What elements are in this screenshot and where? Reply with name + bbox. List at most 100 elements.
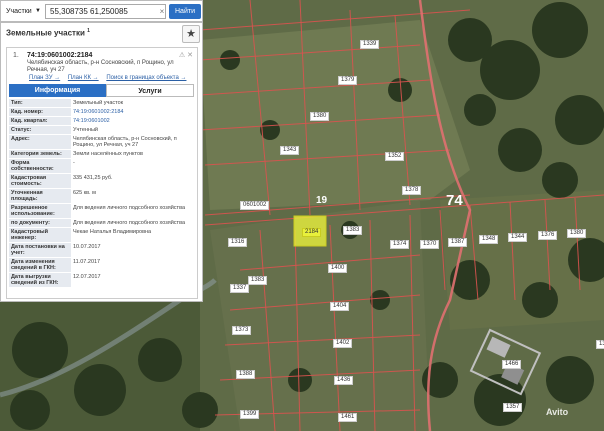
table-row: Уточненная площадь: 625 кв. м xyxy=(9,188,195,204)
parcel-label[interactable]: 1383 xyxy=(343,226,363,235)
parcel-label[interactable]: 1387 xyxy=(448,238,468,247)
row-key: Кадастровая стоимость: xyxy=(9,173,71,189)
table-row: Статус: Учтенный xyxy=(9,125,195,135)
parcel-label[interactable]: 1388 xyxy=(236,370,256,379)
layer-select-label: Участки xyxy=(6,8,32,15)
parcel-label[interactable]: 1376 xyxy=(538,231,558,240)
row-key: Кад. номер: xyxy=(9,107,71,117)
parcel-label[interactable]: 1436 xyxy=(334,376,354,385)
parcel-label[interactable]: 1466 xyxy=(502,360,522,369)
card-links: План ЗУ → План КК → Поиск в границах объ… xyxy=(29,75,192,81)
row-key: Категория земель: xyxy=(9,149,71,159)
parcel-label[interactable]: 2184 xyxy=(302,228,322,237)
parcel-label[interactable]: 1357 xyxy=(503,403,523,412)
row-value: 335 431,25 руб. xyxy=(71,173,195,189)
row-key: по документу: xyxy=(9,218,71,228)
parcel-label[interactable]: 1378 xyxy=(402,186,422,195)
table-row: Дата выгрузки сведений из ГКН: 12.07.2017 xyxy=(9,272,195,288)
table-row: Кадастровый инженер: Чекае Наталья Владим… xyxy=(9,227,195,243)
clear-search-button[interactable]: × xyxy=(157,4,167,19)
zone-label: 19 xyxy=(316,195,328,206)
info-table: Тип: Земельный участок Кад. номер: 74:19:0… xyxy=(9,99,195,288)
row-value: Учтенный xyxy=(71,125,195,135)
row-value[interactable]: 74:19:0601002 xyxy=(71,116,195,126)
tab-information[interactable]: Информация xyxy=(9,84,106,97)
table-row: Кад. квартал: 74:19:0601002 xyxy=(9,116,195,126)
row-value: Для ведения личного подсобного хозяйства xyxy=(71,203,195,219)
row-value: Земли населённых пунктов xyxy=(71,149,195,159)
table-row: Тип: Земельный участок xyxy=(9,99,195,108)
quarter-label: 0601002 xyxy=(240,201,270,210)
plan-kk-link[interactable]: План КК → xyxy=(68,75,99,81)
table-row: Дата изменения сведений в ГКН: 11.07.2017 xyxy=(9,257,195,273)
parcel-label[interactable]: 1374 xyxy=(390,240,410,249)
row-key: Адрес: xyxy=(9,134,71,150)
row-value: Челябинская область, р-н Сосновский, п Р… xyxy=(71,134,195,150)
search-input[interactable]: 55,308735 61,250085 xyxy=(45,4,166,19)
parcel-address: Челябинская область, р-н Сосновский, п Р… xyxy=(27,60,174,73)
table-row: Кадастровая стоимость: 335 431,25 руб. xyxy=(9,173,195,189)
row-value[interactable]: 74:19:0601002:2184 xyxy=(71,107,195,117)
search-in-bounds-link[interactable]: Поиск в границах объекта → xyxy=(106,75,186,81)
row-value: 11.07.2017 xyxy=(71,257,195,273)
plan-zu-link[interactable]: План ЗУ → xyxy=(29,75,60,81)
table-row: по документу: Для ведения личного подсобн… xyxy=(9,218,195,228)
row-key: Статус: xyxy=(9,125,71,135)
panel-title-text: Земельные участки xyxy=(6,28,85,38)
parcel-label[interactable]: 1370 xyxy=(420,240,440,249)
row-key: Кад. квартал: xyxy=(9,116,71,126)
row-value: Чекае Наталья Владимировна xyxy=(71,227,195,243)
parcel-label[interactable]: 1379 xyxy=(338,76,358,85)
cadastral-number[interactable]: 74:19:0601002:2184 xyxy=(27,52,92,59)
result-count: 1 xyxy=(87,28,90,34)
search-bar: Участки ▼ 55,308735 61,250085 × Найти xyxy=(0,0,203,22)
parcel-card: 1. 74:19:0601002:2184 ⚠ ✕ Челябинская об… xyxy=(6,47,198,299)
parcel-label[interactable]: 1383 xyxy=(248,276,268,285)
table-row: Форма собственности: - xyxy=(9,158,195,174)
parcel-label[interactable]: 1352 xyxy=(385,152,405,161)
row-value: 625 кв. м xyxy=(71,188,195,204)
parcel-label[interactable]: 1337 xyxy=(230,284,250,293)
row-key: Разрешенное использование: xyxy=(9,203,71,219)
row-value: Для ведения личного подсобного хозяйства xyxy=(71,218,195,228)
table-row: Адрес: Челябинская область, р-н Сосновски… xyxy=(9,134,195,150)
table-row: Категория земель: Земли населённых пункто… xyxy=(9,149,195,159)
parcel-label[interactable]: 1339 xyxy=(360,40,380,49)
parcel-label[interactable]: 1344 xyxy=(508,233,528,242)
parcel-label[interactable]: 1400 xyxy=(328,264,348,273)
parcel-label[interactable]: 1402 xyxy=(333,339,353,348)
result-index: 1. xyxy=(13,52,19,59)
parcel-label[interactable]: 1380 xyxy=(310,112,330,121)
parcel-label[interactable]: 1343 xyxy=(280,146,300,155)
zone-label: 74 xyxy=(446,192,463,209)
row-value: - xyxy=(71,158,195,174)
row-key: Форма собственности: xyxy=(9,158,71,174)
parcel-label[interactable]: 1380 xyxy=(567,229,587,238)
table-row: Разрешенное использование: Для ведения ли… xyxy=(9,203,195,219)
layer-select[interactable]: Участки ▼ xyxy=(3,4,43,19)
row-key: Тип: xyxy=(9,99,71,108)
row-key: Уточненная площадь: xyxy=(9,188,71,204)
chevron-down-icon: ▼ xyxy=(35,8,41,14)
parcel-label[interactable]: 1461 xyxy=(338,413,358,422)
row-key: Дата изменения сведений в ГКН: xyxy=(9,257,71,273)
row-value: Земельный участок xyxy=(71,99,195,108)
parcel-label[interactable]: 1316 xyxy=(228,238,248,247)
parcel-label[interactable]: 1360 xyxy=(596,340,604,349)
parcel-label[interactable]: 1404 xyxy=(330,302,350,311)
favorite-star-button[interactable]: ★ xyxy=(182,25,200,43)
row-value: 10.07.2017 xyxy=(71,242,195,258)
row-key: Кадастровый инженер: xyxy=(9,227,71,243)
table-row: Дата постановки на учет: 10.07.2017 xyxy=(9,242,195,258)
row-key: Дата выгрузки сведений из ГКН: xyxy=(9,272,71,288)
row-value: 12.07.2017 xyxy=(71,272,195,288)
table-row: Кад. номер: 74:19:0601002:2184 xyxy=(9,107,195,117)
parcel-label[interactable]: 1373 xyxy=(232,326,252,335)
row-key: Дата постановки на учет: xyxy=(9,242,71,258)
tab-services[interactable]: Услуги xyxy=(106,84,194,97)
search-button[interactable]: Найти xyxy=(169,4,201,19)
parcel-label[interactable]: 1399 xyxy=(240,410,260,419)
parcel-info-panel: Земельные участки 1 ★ 1. 74:19:0601002:2… xyxy=(0,22,203,302)
card-actions[interactable]: ⚠ ✕ xyxy=(179,51,193,59)
parcel-label[interactable]: 1348 xyxy=(479,235,499,244)
